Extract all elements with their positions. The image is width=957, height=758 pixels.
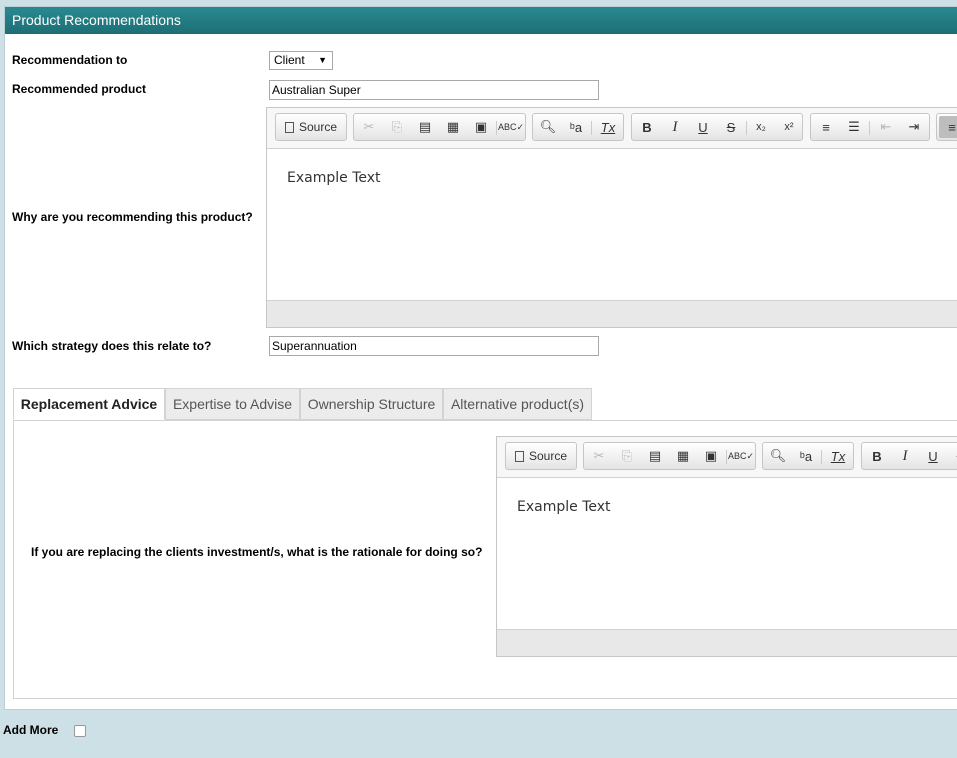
find-icon[interactable]: 🔍︎ bbox=[535, 116, 561, 138]
underline-icon[interactable]: U bbox=[920, 445, 946, 467]
editor-footer bbox=[267, 300, 957, 327]
replace-icon[interactable]: ᵇa bbox=[563, 116, 589, 138]
bullet-list-icon[interactable]: ☰ bbox=[841, 116, 867, 138]
source-button[interactable]: Source bbox=[278, 116, 344, 138]
replace-icon[interactable]: ᵇa bbox=[793, 445, 819, 467]
source-group: Source bbox=[275, 113, 347, 141]
chevron-down-icon: ▼ bbox=[318, 55, 327, 65]
recommended-product-label: Recommended product bbox=[12, 82, 147, 96]
find-group: 🔍︎ ᵇa Tx bbox=[762, 442, 854, 470]
bold-icon[interactable]: B bbox=[634, 116, 660, 138]
format-group: B I U S x₂ x² bbox=[631, 113, 803, 141]
outdent-icon[interactable]: ⇤ bbox=[873, 116, 899, 138]
replacement-advice-panel: If you are replacing the clients investm… bbox=[13, 420, 957, 699]
spellcheck-icon[interactable]: ABC✓ bbox=[728, 445, 754, 467]
strike-icon[interactable]: S bbox=[948, 445, 957, 467]
tab-ownership-structure[interactable]: Ownership Structure bbox=[300, 388, 443, 420]
paste-word-icon[interactable]: ▣ bbox=[698, 445, 724, 467]
clipboard-group: ✂ ⎘ ▤ ▦ ▣ ABC✓ bbox=[353, 113, 526, 141]
find-icon[interactable]: 🔍︎ bbox=[765, 445, 791, 467]
paste-word-icon[interactable]: ▣ bbox=[468, 116, 494, 138]
strategy-label: Which strategy does this relate to? bbox=[12, 339, 212, 353]
spellcheck-icon[interactable]: ABC✓ bbox=[498, 116, 524, 138]
copy-icon[interactable]: ⎘ bbox=[614, 445, 640, 467]
italic-icon[interactable]: I bbox=[662, 116, 688, 138]
cut-icon[interactable]: ✂ bbox=[586, 445, 612, 467]
source-label: Source bbox=[528, 449, 568, 463]
paste-text-icon[interactable]: ▦ bbox=[440, 116, 466, 138]
replacement-rationale-editor[interactable]: Source ✂ ⎘ ▤ ▦ ▣ ABC✓ 🔍︎ ᵇa Tx B I U Exa… bbox=[496, 436, 957, 657]
clipboard-group: ✂ ⎘ ▤ ▦ ▣ ABC✓ bbox=[583, 442, 756, 470]
tab-expertise-to-advise[interactable]: Expertise to Advise bbox=[165, 388, 300, 420]
italic-icon[interactable]: I bbox=[892, 445, 918, 467]
superscript-icon[interactable]: x² bbox=[776, 116, 802, 138]
indent-icon[interactable]: ⇥ bbox=[901, 116, 927, 138]
editor-content[interactable]: Example Text bbox=[267, 150, 957, 300]
add-more-checkbox[interactable] bbox=[74, 725, 86, 737]
source-label: Source bbox=[298, 120, 338, 134]
editor-content[interactable]: Example Text bbox=[497, 479, 957, 629]
align-left-icon[interactable]: ≡ bbox=[939, 116, 957, 138]
paste-text-icon[interactable]: ▦ bbox=[670, 445, 696, 467]
source-icon bbox=[514, 450, 524, 462]
align-group: ≡ bbox=[936, 113, 957, 141]
bold-icon[interactable]: B bbox=[864, 445, 890, 467]
find-group: 🔍︎ ᵇa Tx bbox=[532, 113, 624, 141]
why-recommend-label: Why are you recommending this product? bbox=[12, 210, 253, 224]
underline-icon[interactable]: U bbox=[690, 116, 716, 138]
format-group: B I U S bbox=[861, 442, 957, 470]
recommendation-to-value: Client bbox=[274, 53, 305, 67]
recommendation-to-select[interactable]: Client ▼ bbox=[269, 51, 333, 70]
clear-format-icon[interactable]: Tx bbox=[825, 445, 851, 467]
editor-toolbar: Source ✂ ⎘ ▤ ▦ ▣ ABC✓ 🔍︎ ᵇa Tx B I U bbox=[497, 437, 957, 478]
panel-title: Product Recommendations bbox=[5, 7, 957, 34]
product-recommendations-panel: Product Recommendations Recommendation t… bbox=[4, 6, 957, 710]
editor-toolbar: Source ✂ ⎘ ▤ ▦ ▣ ABC✓ 🔍︎ ᵇa Tx B I U S x… bbox=[267, 108, 957, 149]
copy-icon[interactable]: ⎘ bbox=[384, 116, 410, 138]
recommendation-to-label: Recommendation to bbox=[12, 53, 128, 67]
paste-icon[interactable]: ▤ bbox=[642, 445, 668, 467]
source-button[interactable]: Source bbox=[508, 445, 574, 467]
why-recommend-editor[interactable]: Source ✂ ⎘ ▤ ▦ ▣ ABC✓ 🔍︎ ᵇa Tx B I U S x… bbox=[266, 107, 957, 328]
paste-icon[interactable]: ▤ bbox=[412, 116, 438, 138]
editor-footer bbox=[497, 629, 957, 656]
tab-alternative-products[interactable]: Alternative product(s) bbox=[443, 388, 592, 420]
strategy-input[interactable]: Superannuation bbox=[269, 336, 599, 356]
source-icon bbox=[284, 121, 294, 133]
ordered-list-icon[interactable]: ≡ bbox=[813, 116, 839, 138]
source-group: Source bbox=[505, 442, 577, 470]
cut-icon[interactable]: ✂ bbox=[356, 116, 382, 138]
list-group: ≡ ☰ ⇤ ⇥ bbox=[810, 113, 930, 141]
add-more-label: Add More bbox=[3, 723, 59, 737]
subscript-icon[interactable]: x₂ bbox=[748, 116, 774, 138]
clear-format-icon[interactable]: Tx bbox=[595, 116, 621, 138]
recommended-product-input[interactable]: Australian Super bbox=[269, 80, 599, 100]
tab-replacement-advice[interactable]: Replacement Advice bbox=[13, 388, 165, 420]
strike-icon[interactable]: S bbox=[718, 116, 744, 138]
replacement-question-label: If you are replacing the clients investm… bbox=[31, 545, 483, 559]
